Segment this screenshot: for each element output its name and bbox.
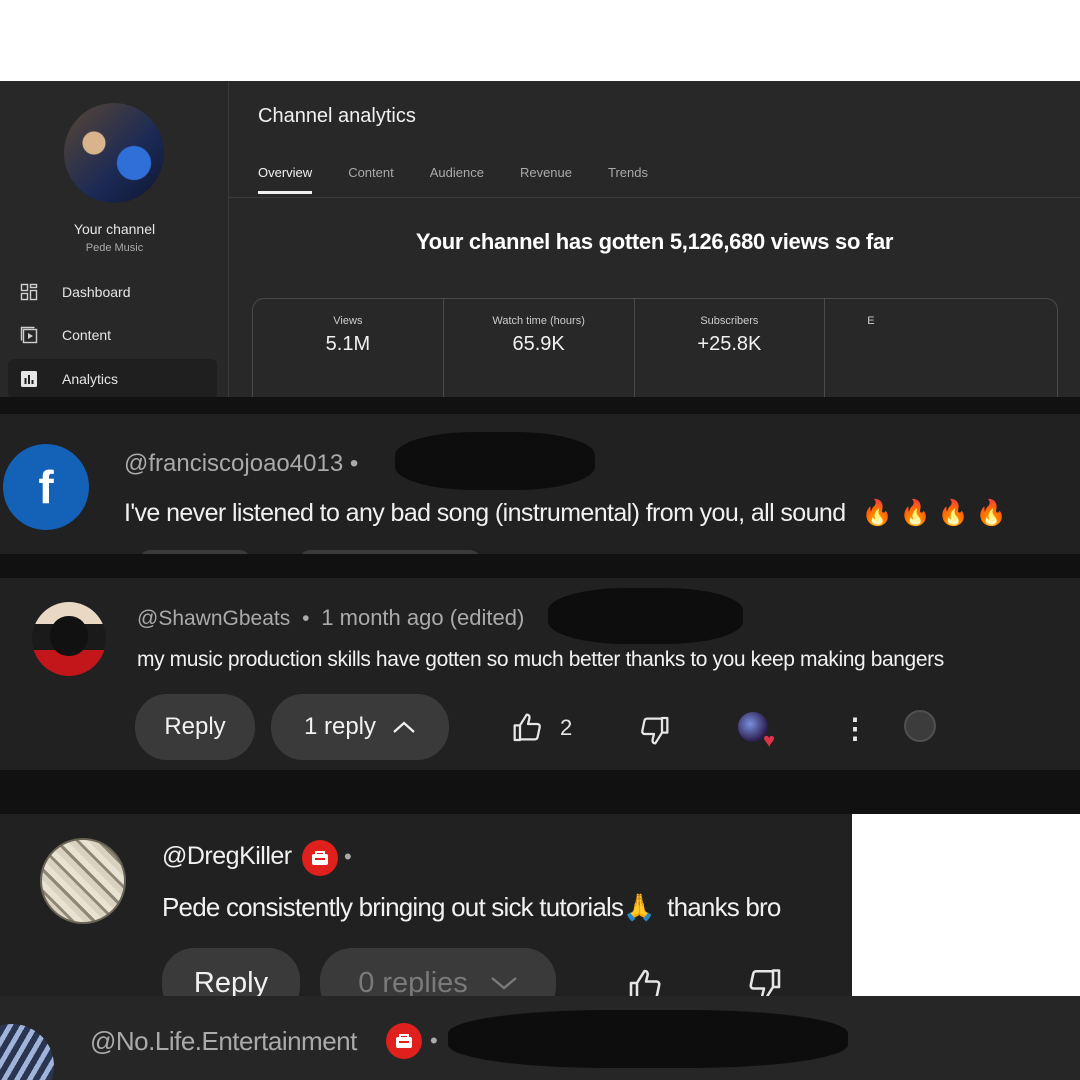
tab-divider bbox=[229, 197, 1080, 198]
comment-handle[interactable]: @No.Life.Entertainment bbox=[90, 1026, 357, 1057]
sidebar: Your channel Pede Music Dashboard Conten… bbox=[0, 81, 229, 397]
sidebar-item-analytics[interactable]: Analytics bbox=[8, 359, 217, 397]
channel-name: Pede Music bbox=[85, 242, 144, 254]
tab-trends[interactable]: Trends bbox=[608, 165, 648, 194]
studio-analytics-panel: Your channel Pede Music Dashboard Conten… bbox=[0, 81, 1080, 397]
dislike-button[interactable] bbox=[636, 712, 672, 748]
metric-label: Subscribers bbox=[700, 315, 759, 327]
channel-avatar[interactable] bbox=[64, 103, 164, 203]
creator-badge-icon bbox=[386, 1023, 422, 1059]
comment-body: I've never listened to any bad song (ins… bbox=[124, 499, 846, 527]
strip-gap bbox=[0, 554, 1080, 578]
sidebar-item-label: Dashboard bbox=[62, 284, 131, 300]
metric-value: 5.1M bbox=[325, 333, 371, 355]
comment-handle[interactable]: @franciscojoao4013 • bbox=[124, 450, 358, 478]
sidebar-item-content[interactable]: Content bbox=[8, 315, 217, 355]
dashboard-icon bbox=[20, 283, 38, 301]
chevron-up-icon bbox=[393, 721, 415, 733]
strip-gap bbox=[0, 770, 1080, 814]
metrics-card: Views 5.1M Watch time (hours) 65.9K Subs… bbox=[252, 298, 1058, 397]
reply-avatar-icon[interactable] bbox=[904, 710, 936, 742]
sidebar-item-dashboard[interactable]: Dashboard bbox=[8, 272, 217, 312]
thumbs-down-icon bbox=[641, 716, 669, 745]
strip-gap bbox=[0, 397, 1080, 414]
analytics-icon bbox=[20, 370, 38, 388]
your-channel-label[interactable]: Your channel bbox=[0, 221, 229, 237]
metric-label: Views bbox=[333, 315, 363, 327]
avatar[interactable] bbox=[32, 602, 106, 676]
comment-card-2: @ShawnGbeats • 1 month ago (edited) my m… bbox=[0, 578, 1080, 770]
avatar[interactable] bbox=[40, 838, 126, 924]
avatar[interactable] bbox=[0, 1024, 54, 1080]
like-button[interactable] bbox=[510, 710, 546, 746]
metric-value: +25.8K bbox=[697, 333, 762, 355]
metric-watch-time[interactable]: Watch time (hours) 65.9K bbox=[444, 299, 635, 397]
metric-value: 65.9K bbox=[512, 333, 565, 355]
metric-estimated[interactable]: E bbox=[825, 299, 1057, 397]
comment-card-3: @DregKiller • Pede consistently bringing… bbox=[0, 814, 852, 1014]
separator-dot: • bbox=[302, 607, 310, 630]
analytics-tabs: Overview Content Audience Revenue Trends bbox=[258, 165, 648, 194]
avatar[interactable]: f bbox=[3, 444, 89, 530]
blank-area bbox=[852, 814, 1080, 996]
tab-content[interactable]: Content bbox=[348, 165, 394, 194]
replies-count: 0 replies bbox=[358, 966, 468, 999]
redaction-mark bbox=[548, 588, 743, 644]
pray-emoji: 🙏 bbox=[623, 893, 655, 923]
tab-audience[interactable]: Audience bbox=[430, 165, 484, 194]
content-icon bbox=[20, 326, 38, 344]
metric-label: Watch time (hours) bbox=[492, 315, 585, 327]
handle-text[interactable]: @DregKiller bbox=[162, 842, 292, 870]
tab-revenue[interactable]: Revenue bbox=[520, 165, 572, 194]
handle-text[interactable]: @ShawnGbeats bbox=[137, 607, 290, 630]
comment-time[interactable]: 1 month ago (edited) bbox=[321, 605, 524, 630]
metric-views[interactable]: Views 5.1M bbox=[253, 299, 444, 397]
separator-dot: • bbox=[430, 1028, 438, 1053]
separator-dot: • bbox=[344, 844, 352, 869]
view-replies-button[interactable]: 1 reply bbox=[271, 694, 449, 760]
metric-subscribers[interactable]: Subscribers +25.8K bbox=[635, 299, 826, 397]
thumbs-up-icon bbox=[513, 713, 541, 742]
comment-card-4: @No.Life.Entertainment • bbox=[0, 996, 1080, 1080]
comment-card-1: f @franciscojoao4013 • I've never listen… bbox=[0, 414, 1080, 554]
fire-emoji: 🔥 🔥 🔥 🔥 bbox=[861, 498, 1007, 527]
replies-count: 1 reply bbox=[303, 713, 377, 740]
chevron-down-icon bbox=[491, 977, 517, 990]
reply-button[interactable]: Reply bbox=[135, 694, 255, 760]
creator-badge-icon bbox=[302, 840, 338, 876]
more-options-icon[interactable]: ⋮ bbox=[840, 710, 870, 746]
sidebar-item-label: Content bbox=[62, 327, 112, 343]
comment-body-end: thanks bro bbox=[667, 892, 781, 922]
handle-text[interactable]: @franciscojoao4013 bbox=[124, 450, 343, 477]
comment-text: I've never listened to any bad song (ins… bbox=[124, 498, 1007, 528]
comment-handle[interactable]: @ShawnGbeats • 1 month ago (edited) bbox=[137, 605, 524, 631]
page-title: Channel analytics bbox=[258, 105, 416, 127]
comment-handle[interactable]: @DregKiller bbox=[162, 842, 292, 871]
like-count: 2 bbox=[560, 715, 573, 740]
handle-text[interactable]: @No.Life.Entertainment bbox=[90, 1026, 357, 1056]
redaction-mark bbox=[448, 1010, 848, 1068]
comment-body: Pede consistently bringing out sick tuto… bbox=[162, 892, 624, 922]
views-headline: Your channel has gotten 5,126,680 views … bbox=[415, 229, 894, 254]
metric-label: E bbox=[867, 315, 875, 327]
comment-text: Pede consistently bringing out sick tuto… bbox=[162, 892, 781, 923]
heart-icon: ♥ bbox=[763, 729, 775, 752]
comment-text: my music production skills have gotten s… bbox=[137, 648, 944, 671]
redaction-mark bbox=[395, 432, 595, 490]
tab-overview[interactable]: Overview bbox=[258, 165, 313, 194]
separator-dot: • bbox=[349, 450, 359, 477]
sidebar-item-label: Analytics bbox=[62, 371, 119, 387]
